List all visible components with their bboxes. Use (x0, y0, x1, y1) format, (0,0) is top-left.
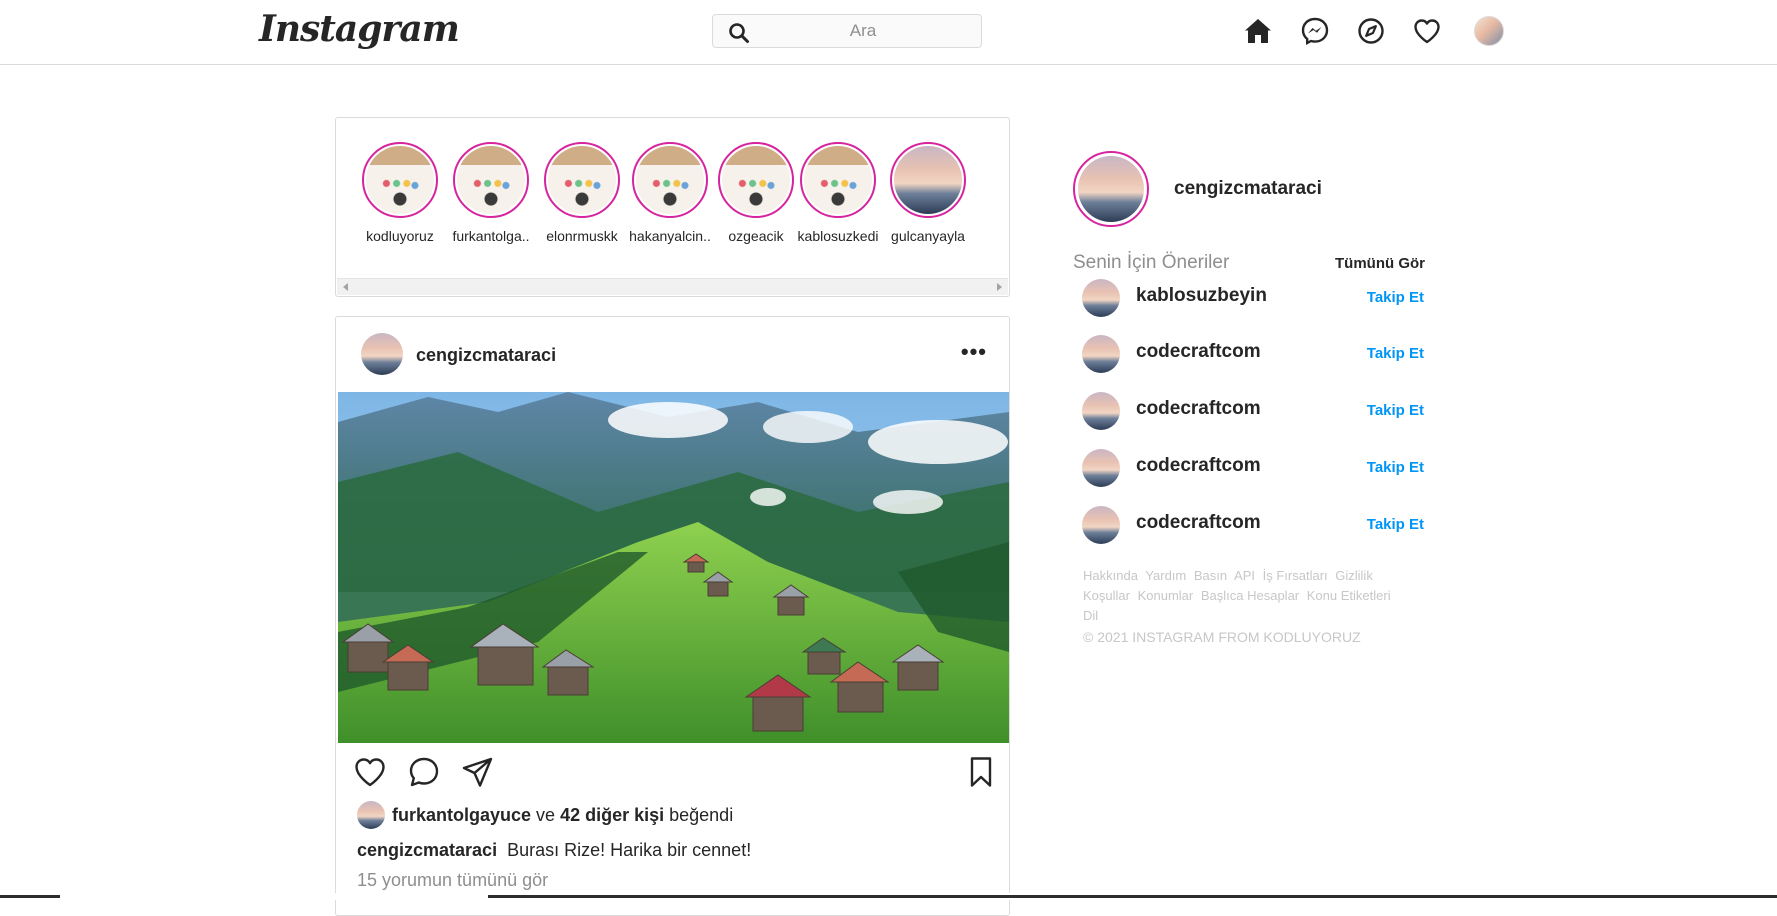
stories-tray: kodluyoruz furkantolga.. elonrmuskk haka… (335, 117, 1010, 297)
more-options-icon[interactable]: ••• (961, 341, 987, 363)
post-author-avatar[interactable] (361, 333, 403, 375)
feed-post: cengizcmataraci ••• furkantolgayuce ve 4… (335, 316, 1010, 916)
follow-button[interactable]: Takip Et (1367, 402, 1424, 419)
story-username: ozgeacik (728, 228, 784, 244)
story-username: kodluyoruz (366, 228, 434, 244)
instagram-logo[interactable]: Instagram (259, 8, 460, 50)
caption-text: Burası Rize! Harika bir cennet! (507, 840, 752, 860)
suggestion-avatar[interactable] (1082, 279, 1120, 317)
story-item[interactable]: ozgeacik (712, 142, 800, 244)
scroll-left-arrow-icon[interactable] (343, 283, 348, 291)
suggestion-username[interactable]: codecraftcom (1136, 512, 1261, 534)
story-avatar (366, 146, 434, 214)
heart-icon[interactable] (1412, 16, 1442, 46)
story-username: furkantolga.. (452, 228, 530, 244)
suggestion-avatar[interactable] (1082, 392, 1120, 430)
story-username: elonrmuskk (546, 228, 618, 244)
follow-button[interactable]: Takip Et (1367, 345, 1424, 362)
post-actions (336, 755, 1009, 795)
story-avatar (804, 146, 872, 214)
footer-link[interactable]: Koşullar (1083, 588, 1130, 603)
see-all-suggestions-link[interactable]: Tümünü Gör (1335, 255, 1425, 272)
suggestion-avatar[interactable] (1082, 335, 1120, 373)
post-image[interactable] (338, 392, 1009, 743)
save-bookmark-icon[interactable] (964, 755, 998, 789)
suggestion-row: codecraftcom Takip Et (1082, 333, 1424, 373)
story-username: gulcanyayla (891, 228, 965, 244)
likes-others-count[interactable]: 42 diğer kişi (560, 805, 664, 826)
suggestion-username[interactable]: codecraftcom (1136, 398, 1261, 420)
like-heart-icon[interactable] (353, 755, 387, 789)
footer-link[interactable]: Konu Etiketleri (1307, 588, 1391, 603)
copyright-text: © 2021 INSTAGRAM FROM KODLUYORUZ (1083, 629, 1361, 645)
post-author-username[interactable]: cengizcmataraci (416, 345, 556, 366)
follow-button[interactable]: Takip Et (1367, 459, 1424, 476)
suggestion-row: kablosuzbeyin Takip Et (1082, 277, 1424, 317)
view-all-comments-link[interactable]: 15 yorumun tümünü gör (357, 870, 548, 891)
suggestion-username[interactable]: kablosuzbeyin (1136, 285, 1267, 307)
story-item[interactable]: kodluyoruz (356, 142, 444, 244)
suggestion-username[interactable]: codecraftcom (1136, 455, 1261, 477)
bottom-edge-bar (0, 893, 1777, 900)
likes-suffix: beğendi (669, 804, 734, 825)
story-item[interactable]: hakanyalcin.. (626, 142, 714, 244)
story-item[interactable]: furkantolga.. (447, 142, 535, 244)
footer-links: Hakkında Yardım Basın API İş Fırsatları … (1083, 566, 1413, 626)
story-username: hakanyalcin.. (629, 228, 711, 244)
current-user-avatar[interactable] (1073, 151, 1149, 227)
story-username: kablosuzkedi (797, 228, 879, 244)
current-user-username[interactable]: cengizcmataraci (1174, 178, 1322, 200)
story-avatar (722, 146, 790, 214)
footer-link[interactable]: Başlıca Hesaplar (1201, 588, 1299, 603)
story-avatar (636, 146, 704, 214)
footer-link[interactable]: Hakkında (1083, 568, 1138, 583)
suggestion-username[interactable]: codecraftcom (1136, 341, 1261, 363)
suggestion-row: codecraftcom Takip Et (1082, 390, 1424, 430)
story-avatar (894, 146, 962, 214)
comment-icon[interactable] (407, 755, 441, 789)
profile-avatar[interactable] (1474, 16, 1504, 46)
horizontal-scrollbar[interactable] (337, 278, 1008, 295)
liker-username[interactable]: furkantolgayuce (392, 805, 531, 826)
search-box[interactable] (712, 14, 982, 48)
footer-link[interactable]: Gizlilik (1335, 568, 1373, 583)
explore-icon[interactable] (1356, 16, 1386, 46)
story-item[interactable]: kablosuzkedi (794, 142, 882, 244)
footer-link[interactable]: Konumlar (1138, 588, 1194, 603)
suggestions-title: Senin İçin Öneriler (1073, 252, 1230, 273)
footer-link[interactable]: Dil (1083, 608, 1098, 623)
suggestion-avatar[interactable] (1082, 506, 1120, 544)
post-caption: cengizcmataraci Burası Rize! Harika bir … (357, 840, 751, 861)
top-navigation-bar: Instagram (0, 0, 1777, 65)
search-input[interactable] (763, 19, 963, 43)
footer-link[interactable]: Yardım (1145, 568, 1186, 583)
likes-summary: furkantolgayuce ve 42 diğer kişi beğendi (357, 800, 733, 830)
messenger-icon[interactable] (1300, 16, 1330, 46)
scroll-right-arrow-icon[interactable] (997, 283, 1002, 291)
likes-conjunction: ve (536, 804, 556, 825)
caption-username[interactable]: cengizcmataraci (357, 840, 497, 860)
story-avatar (457, 146, 525, 214)
footer-link[interactable]: İş Fırsatları (1263, 568, 1328, 583)
search-icon (729, 23, 749, 43)
suggestion-avatar[interactable] (1082, 449, 1120, 487)
footer-link[interactable]: API (1234, 568, 1255, 583)
share-send-icon[interactable] (461, 755, 495, 789)
follow-button[interactable]: Takip Et (1367, 516, 1424, 533)
post-header: cengizcmataraci ••• (336, 317, 1009, 391)
story-item[interactable]: elonrmuskk (538, 142, 626, 244)
suggestion-row: codecraftcom Takip Et (1082, 504, 1424, 544)
liker-avatar[interactable] (357, 801, 385, 829)
suggestion-row: codecraftcom Takip Et (1082, 447, 1424, 487)
story-item[interactable]: gulcanyayla (884, 142, 972, 244)
story-avatar (548, 146, 616, 214)
footer-link[interactable]: Basın (1194, 568, 1227, 583)
home-icon[interactable] (1243, 16, 1273, 46)
follow-button[interactable]: Takip Et (1367, 289, 1424, 306)
